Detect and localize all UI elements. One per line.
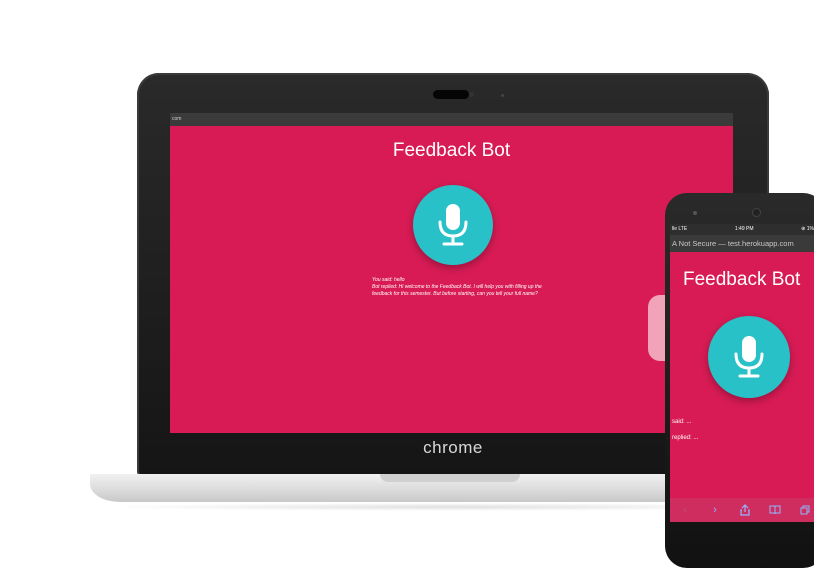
- signal-status: lle LTE: [672, 226, 688, 232]
- phone-address-bar[interactable]: A Not Secure — test.herokuapp.com: [670, 235, 814, 252]
- phone-user-message: said: ...: [672, 419, 692, 425]
- laptop-base-notch: [380, 474, 520, 482]
- microphone-icon: [438, 204, 468, 246]
- mic-button[interactable]: [413, 185, 493, 265]
- phone-page-title: Feedback Bot: [683, 269, 801, 290]
- phone-status-bar: lle LTE 1:49 PM ⊕ 1%: [670, 224, 814, 235]
- laptop-screen: com Feedback Bot You said: hello Bot rep…: [170, 113, 733, 433]
- share-icon[interactable]: [735, 500, 755, 520]
- status-time: 1:49 PM: [734, 226, 754, 232]
- phone-browser-toolbar: ‹ ›: [670, 498, 814, 522]
- battery-status: ⊕ 1%: [801, 226, 814, 232]
- laptop-sensor: [501, 94, 504, 97]
- chevron-left-icon[interactable]: ‹: [675, 500, 695, 520]
- chat-transcript: You said: hello Bot replied: Hi welcome …: [372, 277, 542, 298]
- tabs-icon[interactable]: [795, 500, 814, 520]
- phone-bot-message: replied: ...: [672, 435, 699, 441]
- phone-mic-button[interactable]: [708, 316, 790, 398]
- bot-message: Bot replied: Hi welcome to the Feedback …: [372, 284, 542, 297]
- phone-sensor: [693, 211, 697, 215]
- user-message: You said: hello: [372, 277, 405, 283]
- phone-camera: [752, 208, 761, 217]
- laptop-address-bar[interactable]: com: [170, 113, 733, 126]
- book-icon[interactable]: [765, 500, 785, 520]
- page-title: Feedback Bot: [392, 140, 511, 161]
- laptop-camera: [433, 90, 469, 99]
- microphone-icon: [734, 336, 764, 378]
- phone-screen: lle LTE 1:49 PM ⊕ 1% A Not Secure — test…: [670, 224, 814, 522]
- chevron-right-icon[interactable]: ›: [705, 500, 725, 520]
- laptop-camera-dot: [469, 92, 474, 97]
